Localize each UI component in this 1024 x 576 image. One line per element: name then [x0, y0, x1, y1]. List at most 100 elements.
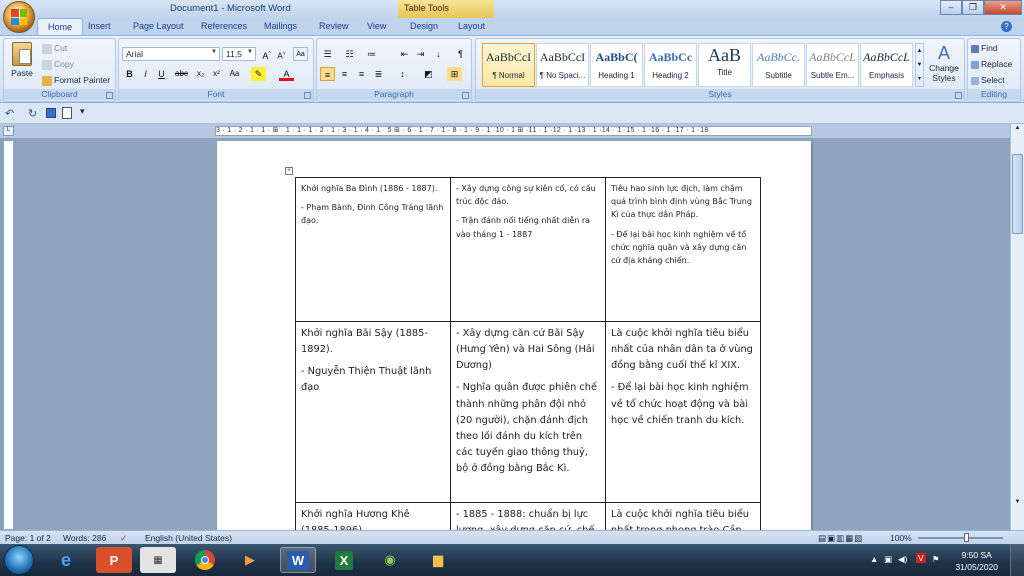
redo-icon[interactable]: ↻	[28, 107, 37, 120]
table-cell[interactable]: Khởi nghĩa Hương Khê (1885-1896).	[295, 501, 451, 530]
tab-selector-icon[interactable]: L	[3, 126, 14, 136]
align-right-button[interactable]: ≡	[354, 67, 369, 81]
decrease-indent-button[interactable]: ⇤	[397, 47, 412, 61]
paragraph-launcher-icon[interactable]	[462, 92, 469, 99]
table-cell[interactable]: Là cuộc khởi nghĩa tiêu biểu nhất trong …	[605, 501, 761, 530]
style-title[interactable]: AaB Title	[698, 43, 751, 87]
chrome-icon[interactable]	[187, 547, 223, 573]
clear-formatting-button[interactable]: Aa	[293, 47, 308, 61]
tab-view[interactable]: View	[367, 21, 386, 31]
strikethrough-button[interactable]: abc	[174, 67, 189, 81]
font-size-select[interactable]: 11,5 ▼	[222, 47, 256, 61]
styles-scroll[interactable]: ▲ ▼ ▾	[915, 43, 924, 87]
scrollbar-thumb[interactable]	[1012, 154, 1023, 234]
replace-button[interactable]: Replace	[971, 59, 1012, 69]
app-icon[interactable]: ▦	[140, 547, 176, 573]
language-indicator[interactable]: English (United States)	[145, 533, 232, 543]
network-icon[interactable]: ▣	[884, 554, 892, 565]
view-buttons[interactable]: ▤▣▥▦▧	[818, 533, 863, 544]
style-heading-2[interactable]: AaBbCc Heading 2	[644, 43, 697, 87]
zoom-slider-knob[interactable]	[964, 533, 969, 542]
align-center-button[interactable]: ≡	[337, 67, 352, 81]
superscript-button[interactable]: x²	[209, 67, 224, 81]
scroll-up-icon[interactable]: ▲	[1012, 125, 1023, 136]
table-cell[interactable]: - 1885 - 1888: chuẩn bị lực lượng, xây d…	[450, 501, 606, 530]
highlight-button[interactable]: ✎	[251, 67, 266, 81]
tab-page-layout[interactable]: Page Layout	[133, 21, 184, 31]
line-spacing-button[interactable]: ↕	[395, 67, 410, 81]
change-case-button[interactable]: Aa	[227, 67, 242, 81]
powerpoint-icon[interactable]: P	[96, 547, 132, 573]
history-table[interactable]: Khởi nghĩa Ba Đình (1886 - 1887). - Phạm …	[295, 177, 761, 530]
styles-launcher-icon[interactable]	[955, 92, 962, 99]
document-area[interactable]: + Khởi nghĩa Ba Đình (1886 - 1887). - Phạ…	[16, 138, 1010, 530]
clock[interactable]: 9:50 SA 31/05/2020	[955, 549, 998, 573]
word-count[interactable]: Words: 286	[63, 533, 106, 543]
subscript-button[interactable]: x₂	[193, 67, 208, 81]
bullets-button[interactable]: ☰	[320, 47, 335, 61]
copy-button[interactable]: Copy	[42, 59, 74, 70]
tab-home[interactable]: Home	[37, 18, 84, 35]
help-icon[interactable]: ?	[1001, 21, 1012, 32]
select-button[interactable]: Select	[971, 75, 1005, 85]
font-color-button[interactable]: A	[279, 67, 294, 81]
horizontal-ruler[interactable]: 3 · 1 · 2 · 1 · 1 · ⊞ · 1 · 1 · 1 · 2 · …	[215, 126, 812, 136]
clipboard-launcher-icon[interactable]	[106, 92, 113, 99]
increase-indent-button[interactable]: ⇥	[413, 47, 428, 61]
style-normal[interactable]: AaBbCcI ¶ Normal	[482, 43, 535, 87]
paste-button[interactable]: Paste	[8, 41, 36, 87]
style-heading-1[interactable]: AaBbC( Heading 1	[590, 43, 643, 87]
change-styles-button[interactable]: A Change Styles	[926, 43, 962, 83]
media-player-icon[interactable]: ▶	[232, 547, 268, 573]
borders-button[interactable]: ⊞	[447, 67, 462, 81]
style-emphasis[interactable]: AaBbCcL Emphasis	[860, 43, 913, 87]
table-cell[interactable]: - Xây dựng căn cứ Bãi Sậy (Hưng Yên) và …	[450, 321, 606, 503]
zoom-slider[interactable]	[918, 537, 1003, 539]
shrink-font-button[interactable]: A˅	[274, 47, 289, 61]
undo-icon[interactable]: ↶	[5, 107, 14, 120]
start-button[interactable]	[4, 545, 34, 575]
find-button[interactable]: Find	[971, 43, 998, 53]
font-launcher-icon[interactable]	[304, 92, 311, 99]
tab-review[interactable]: Review	[319, 21, 349, 31]
app-green-icon[interactable]: ◉	[372, 547, 408, 573]
tab-insert[interactable]: Insert	[88, 21, 111, 31]
excel-icon[interactable]: X	[326, 547, 362, 573]
minimize-button[interactable]: –	[940, 0, 962, 15]
table-cell[interactable]: Tiêu hao sinh lực địch, làm chậm quá trì…	[605, 177, 761, 322]
grow-font-button[interactable]: A^	[259, 47, 274, 61]
vertical-scrollbar[interactable]: ▲ ▼	[1010, 124, 1024, 530]
tab-references[interactable]: References	[201, 21, 247, 31]
table-cell[interactable]: Là cuộc khởi nghĩa tiêu biểu nhất của nh…	[605, 321, 761, 503]
file-explorer-icon[interactable]: ▆	[420, 547, 456, 573]
document-page[interactable]: + Khởi nghĩa Ba Đình (1886 - 1887). - Phạ…	[217, 141, 811, 530]
vietnamese-ime-icon[interactable]: V	[916, 553, 926, 563]
save-icon[interactable]	[46, 108, 56, 118]
zoom-level[interactable]: 100%	[890, 533, 912, 543]
office-button[interactable]	[3, 1, 35, 33]
italic-button[interactable]: I	[138, 67, 153, 81]
volume-icon[interactable]: ◀)	[898, 554, 907, 565]
font-name-select[interactable]: Arial ▼	[122, 47, 220, 61]
tab-mailings[interactable]: Mailings	[264, 21, 297, 31]
align-left-button[interactable]: ≡	[320, 67, 335, 81]
customize-toolbar-icon[interactable]: ▾	[80, 106, 85, 117]
word-taskbar-icon[interactable]: W	[280, 547, 316, 573]
tray-arrow-icon[interactable]: ▲	[870, 554, 878, 564]
scroll-down-icon[interactable]: ▼	[1012, 499, 1023, 510]
shading-button[interactable]: ◩	[421, 67, 436, 81]
justify-button[interactable]: ≣	[371, 67, 386, 81]
internet-explorer-icon[interactable]: e	[48, 547, 84, 573]
underline-button[interactable]: U	[154, 67, 169, 81]
format-painter-button[interactable]: Format Painter	[42, 75, 110, 86]
table-cell[interactable]: Khởi nghĩa Ba Đình (1886 - 1887). - Phạm …	[295, 177, 451, 322]
cut-button[interactable]: Cut	[42, 43, 67, 54]
tab-layout[interactable]: Layout	[458, 21, 485, 31]
show-desktop-button[interactable]	[1010, 544, 1024, 576]
maximize-button[interactable]: ❐	[962, 0, 984, 15]
numbering-button[interactable]: ☷	[342, 47, 357, 61]
sort-button[interactable]: ↓	[431, 47, 446, 61]
table-move-handle-icon[interactable]: +	[285, 167, 293, 175]
multilevel-list-button[interactable]: ≔	[364, 47, 379, 61]
style-subtitle[interactable]: AaBbCc. Subtitle	[752, 43, 805, 87]
